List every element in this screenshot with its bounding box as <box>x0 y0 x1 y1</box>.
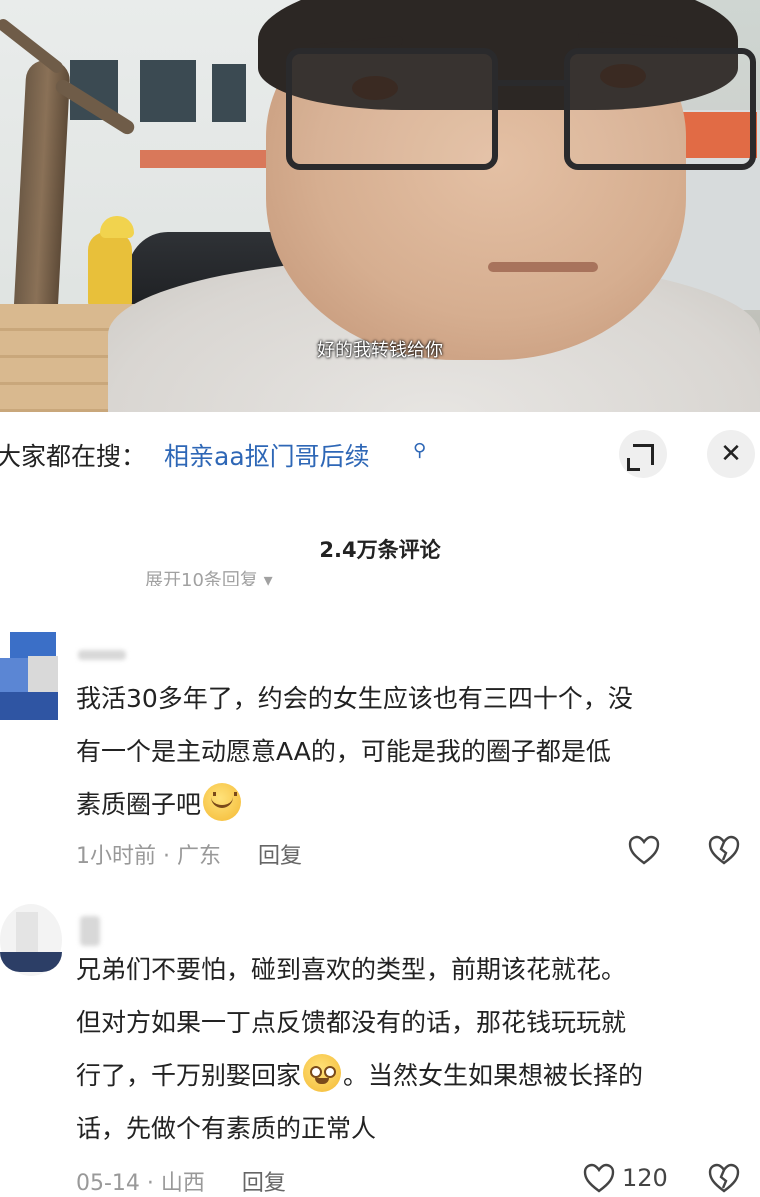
reply-button[interactable]: 回复 <box>242 1171 286 1196</box>
glasses-right-lens <box>564 48 756 170</box>
comment-text: 兄弟们不要怕，碰到喜欢的类型，前期该花就花。 但对方如果一丁点反馈都没有的话，那… <box>76 955 644 1143</box>
avatar[interactable] <box>0 632 58 720</box>
comment-meta: 05-14 · 山西 回复 <box>76 1165 286 1197</box>
search-suggestion-link[interactable]: 相亲aa抠门哥后续 <box>164 437 370 473</box>
expand-replies-link[interactable]: 展开10条回复 ▾ <box>145 566 273 586</box>
comment-meta: 1小时前 · 广东 回复 <box>76 838 302 870</box>
like-button[interactable]: 120 <box>582 1162 668 1194</box>
grinning-sweat-emoji <box>203 783 242 821</box>
dislike-button[interactable] <box>707 1162 741 1194</box>
comment-count: 2.4万条评论 <box>319 538 441 562</box>
close-icon: ✕ <box>720 439 742 469</box>
avatar[interactable] <box>0 904 62 976</box>
close-button[interactable]: ✕ <box>707 430 755 478</box>
heart-icon <box>628 835 660 865</box>
broken-heart-icon <box>708 1163 740 1193</box>
expand-icon <box>626 443 654 471</box>
comment-time: 05-14 · 山西 <box>76 1171 205 1196</box>
reply-button[interactable]: 回复 <box>258 844 302 869</box>
search-label: 大家都在搜： <box>0 442 147 471</box>
smiling-emoji <box>303 1054 342 1092</box>
video-player[interactable]: 好的我转钱给你 <box>0 0 760 412</box>
heart-icon <box>583 1163 615 1193</box>
expand-replies-label: 展开10条回复 <box>145 570 258 586</box>
like-count: 120 <box>622 1164 668 1192</box>
glasses-left-lens <box>286 48 498 170</box>
like-button[interactable] <box>627 834 661 866</box>
dislike-button[interactable] <box>707 834 741 866</box>
comment-text: 我活30多年了，约会的女生应该也有三四十个，没 有一个是主动愿意AA的，可能是我… <box>76 684 633 821</box>
broken-heart-icon <box>708 835 740 865</box>
video-subtitle: 好的我转钱给你 <box>317 340 443 361</box>
expand-button[interactable] <box>619 430 667 478</box>
search-icon[interactable]: ⚲ <box>413 440 426 461</box>
username[interactable] <box>78 650 126 660</box>
username[interactable] <box>80 916 100 946</box>
chevron-down-icon: ▾ <box>263 570 273 586</box>
mouth <box>488 262 598 272</box>
comment-time: 1小时前 · 广东 <box>76 844 221 869</box>
